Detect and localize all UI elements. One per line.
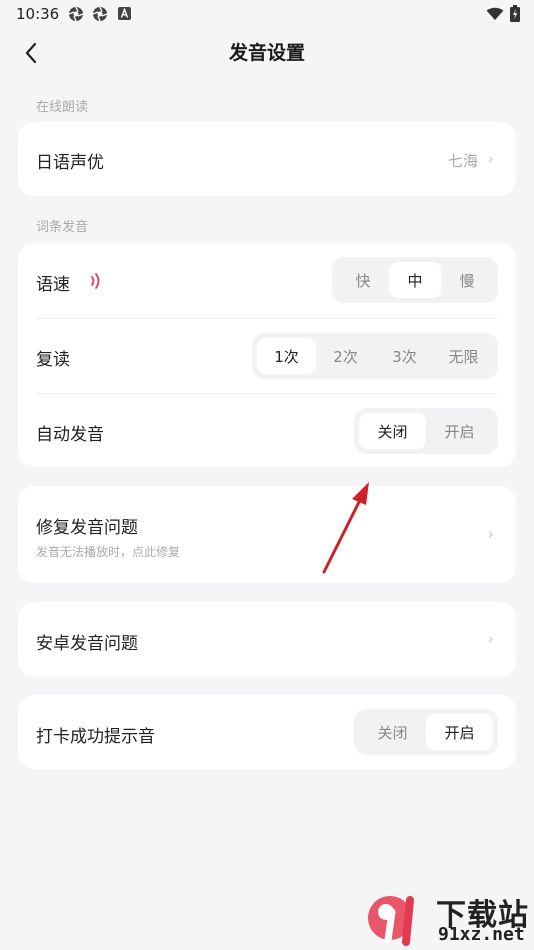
aperture-icon [92, 6, 108, 22]
fix-issue-card[interactable]: 修复发音问题 发音无法播放时，点此修复 › [18, 486, 516, 583]
android-issue-card[interactable]: 安卓发音问题 › [18, 602, 516, 677]
wifi-icon [486, 7, 504, 20]
pronunciation-card: 语速 快 中 慢 复读 1次 2次 3次 无限 自动发音 关闭 开启 [18, 243, 516, 467]
android-issue-label: 安卓发音问题 [36, 634, 138, 654]
auto-play-row: 自动发音 关闭 开启 [18, 393, 516, 467]
voice-actor-card: 日语声优 七海 › [18, 122, 516, 196]
speed-option-fast[interactable]: 快 [337, 262, 389, 298]
speed-row: 语速 快 中 慢 [18, 243, 516, 319]
fix-issue-sublabel: 发音无法播放时，点此修复 [36, 545, 181, 559]
speed-label: 语速 [36, 275, 70, 295]
section-label-online-reading: 在线朗读 [36, 100, 89, 115]
voice-actor-label: 日语声优 [36, 153, 104, 173]
chevron-right-icon: › [487, 629, 494, 648]
repeat-option-3[interactable]: 3次 [375, 338, 434, 374]
auto-play-label: 自动发音 [36, 425, 104, 445]
checkin-sound-option-off[interactable]: 关闭 [359, 714, 426, 750]
watermark: 下载站 91xz.net [362, 890, 534, 950]
repeat-label: 复读 [36, 350, 70, 370]
speed-option-slow[interactable]: 慢 [441, 262, 493, 298]
watermark-logo [368, 896, 414, 946]
status-bar: 10:36 [0, 0, 534, 28]
status-time: 10:36 [16, 5, 60, 23]
auto-play-segmented-control: 关闭 开启 [354, 408, 498, 454]
repeat-option-2[interactable]: 2次 [316, 338, 375, 374]
checkin-sound-card: 打卡成功提示音 关闭 开启 [18, 695, 516, 769]
auto-play-option-on[interactable]: 开启 [426, 413, 493, 449]
voice-actor-row[interactable]: 日语声优 七海 › [18, 122, 516, 196]
checkin-sound-option-on[interactable]: 开启 [426, 714, 493, 750]
battery-icon [510, 5, 520, 22]
section-label-entry-pronunciation: 词条发音 [36, 220, 89, 235]
checkin-sound-segmented-control: 关闭 开启 [354, 709, 498, 755]
checkin-sound-label: 打卡成功提示音 [36, 727, 155, 747]
repeat-segmented-control: 1次 2次 3次 无限 [252, 333, 498, 379]
page-title: 发音设置 [228, 42, 305, 64]
watermark-url: 91xz.net [438, 924, 525, 945]
repeat-option-infinite[interactable]: 无限 [434, 338, 493, 374]
nav-bar: 发音设置 [0, 28, 534, 74]
fix-issue-label: 修复发音问题 [36, 518, 138, 538]
repeat-row: 复读 1次 2次 3次 无限 [18, 319, 516, 393]
auto-play-option-off[interactable]: 关闭 [359, 413, 426, 449]
voice-actor-value: 七海 [447, 152, 478, 170]
aperture-icon [68, 6, 84, 22]
a-badge-icon [118, 7, 131, 20]
repeat-option-1[interactable]: 1次 [257, 338, 316, 374]
speed-option-medium[interactable]: 中 [389, 262, 441, 298]
chevron-right-icon: › [487, 524, 494, 543]
sound-wave-icon[interactable] [90, 272, 102, 290]
chevron-right-icon: › [487, 149, 494, 168]
speed-segmented-control: 快 中 慢 [332, 257, 498, 303]
